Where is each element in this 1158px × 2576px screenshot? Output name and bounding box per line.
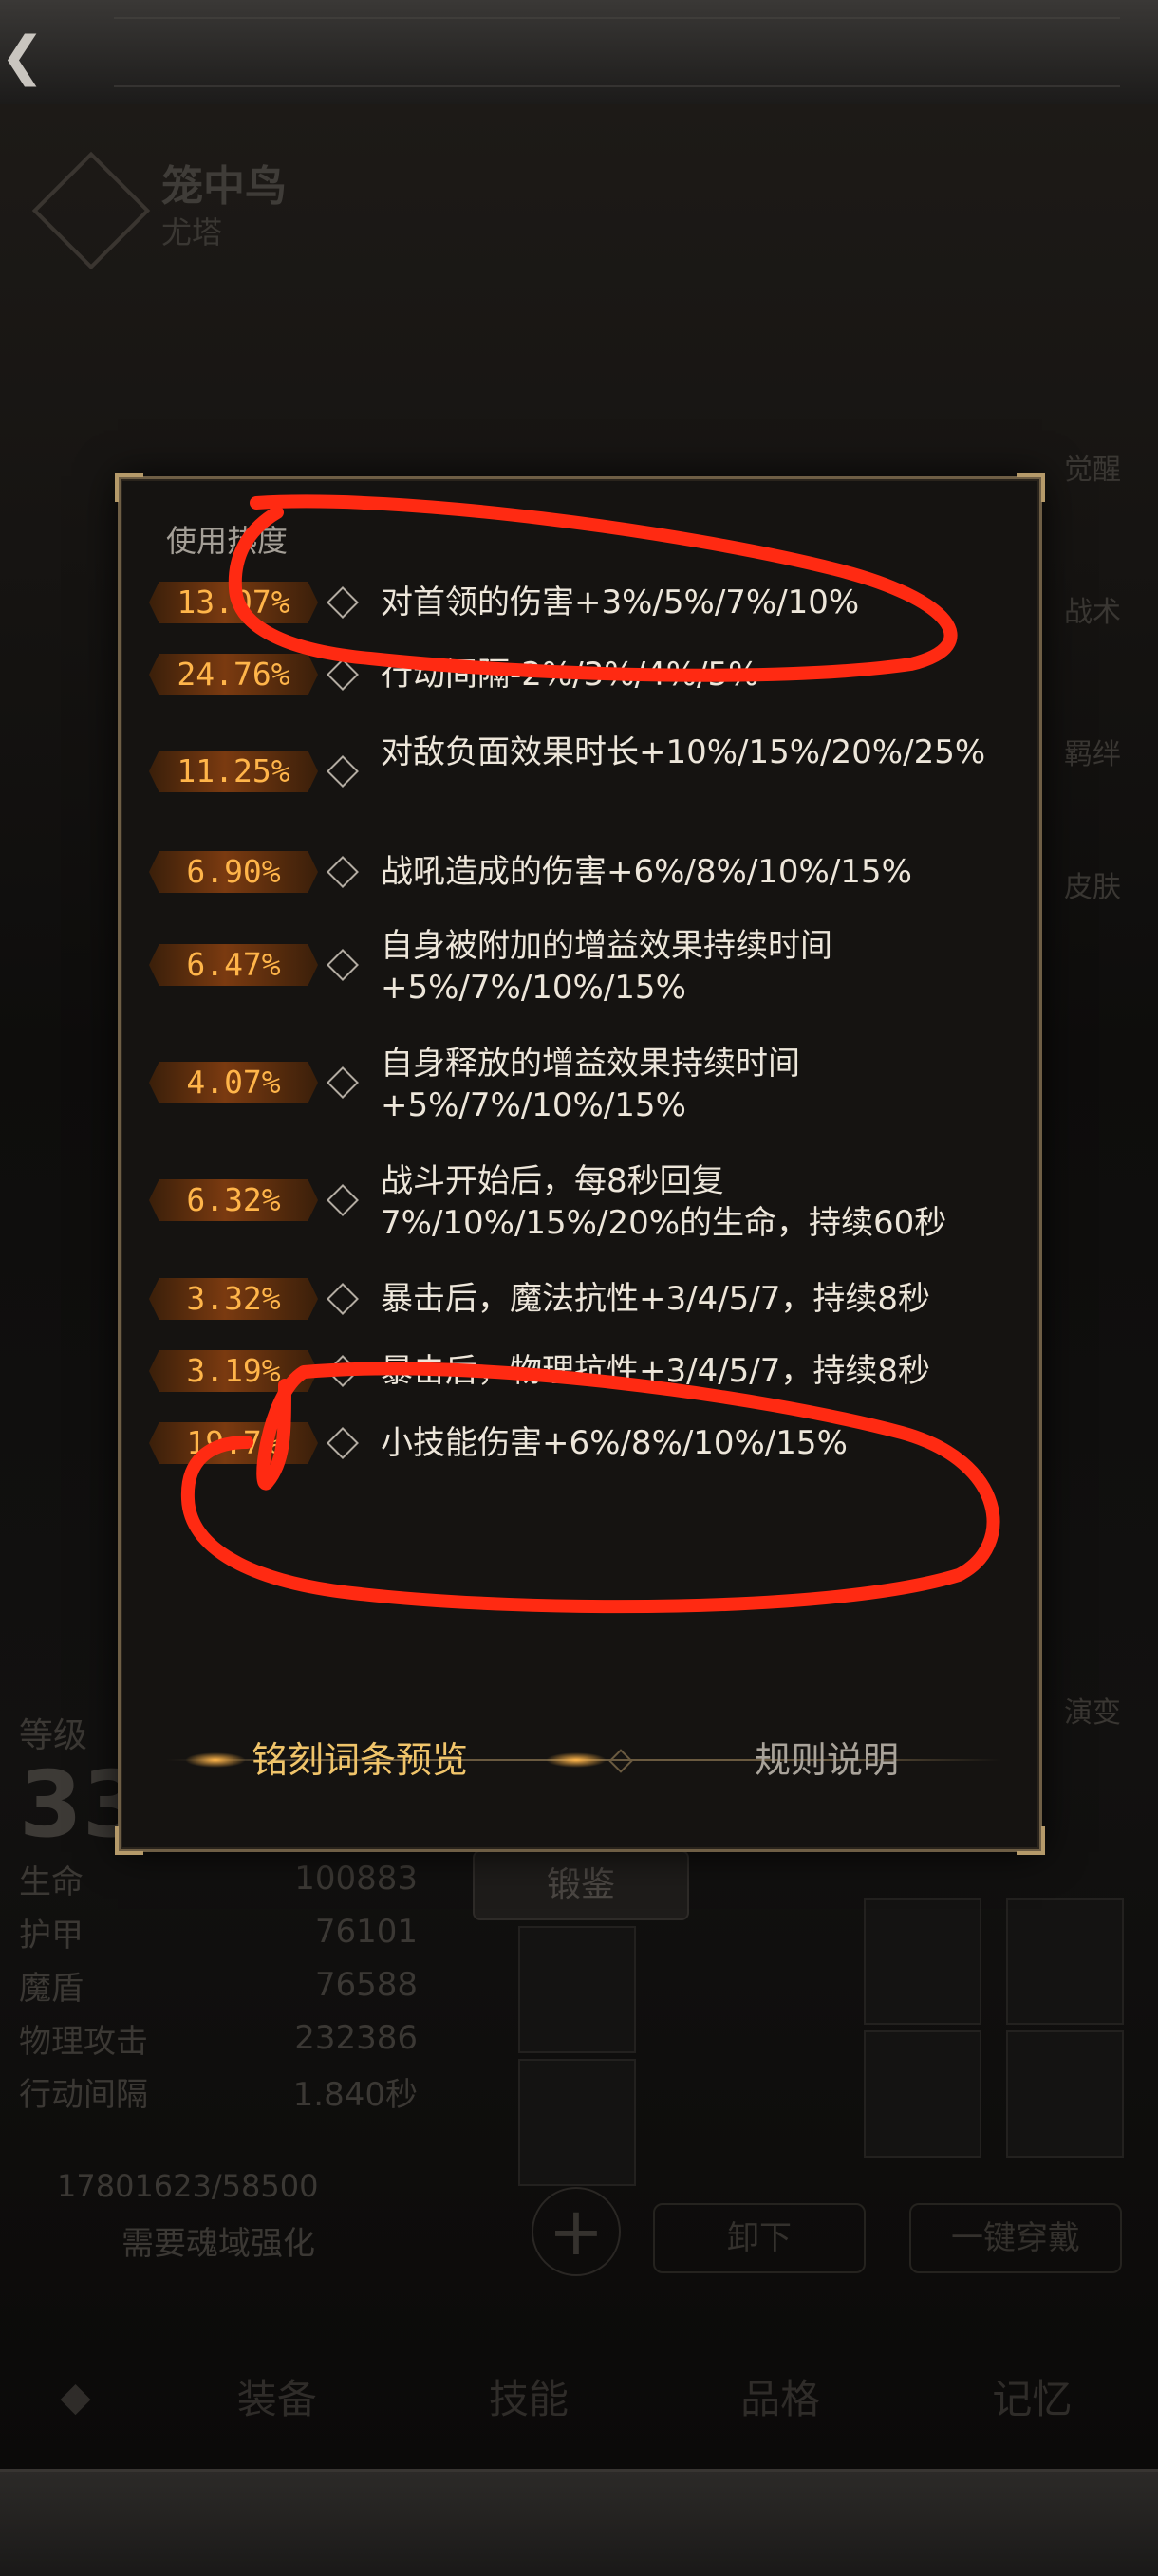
hero-subtitle: 尤塔 <box>161 214 223 250</box>
bottom-nav: ◆ 装备 技能 品格 记忆 <box>0 2344 1158 2448</box>
diamond-bullet-icon <box>327 1427 359 1459</box>
nav-tab-skills[interactable]: 技能 <box>402 2367 654 2425</box>
inscription-description: 暴击后，魔法抗性+3/4/5/7，持续8秒 <box>381 1280 931 1318</box>
back-arrow-icon[interactable]: ❮ <box>0 28 47 85</box>
inscription-description: 暴击后，物理抗性+3/4/5/7，持续8秒 <box>381 1352 931 1390</box>
nav-tab-memory[interactable]: 记忆 <box>906 2367 1158 2425</box>
stat-label: 生命 <box>19 1863 84 1901</box>
stat-value: 100883 <box>294 1860 418 1898</box>
side-tab-skin[interactable]: 皮肤 <box>1040 863 1145 905</box>
stat-label: 行动间隔 <box>19 2075 148 2114</box>
diamond-bullet-icon <box>327 658 359 691</box>
stat-row: 生命 100883 <box>19 1852 418 1905</box>
top-bar: ❮ <box>0 0 1158 108</box>
stat-value: 1.840秒 <box>292 2075 418 2114</box>
side-tab-awaken[interactable]: 觉醒 <box>1040 446 1145 488</box>
inscription-description: 战斗开始后，每8秒回复7%/10%/15%/20%的生命，持续60秒 <box>381 1162 947 1242</box>
usage-percent-badge: 24.76% <box>149 654 318 695</box>
hero-name: 笼中鸟 <box>161 162 287 211</box>
diamond-bullet-icon <box>327 949 359 981</box>
diamond-bullet-icon <box>327 1184 359 1216</box>
currency-readout: 17801623/58500 <box>57 2168 319 2204</box>
usage-percent-badge: 11.25% <box>149 751 318 792</box>
usage-percent-badge: 4.07% <box>149 1062 318 1103</box>
nav-tab-equipment[interactable]: 装备 <box>151 2367 402 2425</box>
inscription-description: 小技能伤害+6%/8%/10%/15% <box>381 1424 848 1462</box>
frame-corner <box>115 1826 143 1855</box>
usage-percent-badge: 3.19% <box>149 1350 318 1392</box>
side-tab-tactics[interactable]: 战术 <box>1040 588 1145 630</box>
add-icon[interactable]: + <box>532 2187 621 2276</box>
tab-glow-icon <box>546 1752 607 1768</box>
equipment-slot[interactable] <box>864 2030 981 2158</box>
usage-percent-badge: 6.90% <box>149 851 318 893</box>
diamond-bullet-icon <box>327 1066 359 1099</box>
side-tab-bond[interactable]: 羁绊 <box>1040 731 1145 772</box>
equipment-slot[interactable] <box>518 1926 636 2053</box>
usage-percent-badge: 13.07% <box>149 582 318 623</box>
inscription-description: 自身被附加的增益效果持续时间+5%/7%/10%/15% <box>381 927 832 1007</box>
stat-label: 魔盾 <box>19 1969 84 2008</box>
stat-row: 护甲 76101 <box>19 1905 418 1958</box>
stat-value: 232386 <box>294 2019 418 2057</box>
equipment-slot[interactable] <box>1006 2030 1124 2158</box>
popup-title: 使用热度 <box>166 523 289 559</box>
nav-back-icon[interactable]: ◆ <box>0 2373 151 2419</box>
equipment-slot[interactable] <box>864 1898 981 2025</box>
frame-corner <box>1017 1826 1045 1855</box>
nav-tab-character[interactable]: 品格 <box>655 2367 906 2425</box>
usage-percent-badge: 19.7% <box>149 1422 318 1464</box>
wear-all-button[interactable]: 一键穿戴 <box>909 2203 1122 2273</box>
equipment-slot[interactable] <box>518 2059 636 2186</box>
diamond-bullet-icon <box>327 856 359 888</box>
usage-percent-badge: 3.32% <box>149 1278 318 1320</box>
unload-button[interactable]: 卸下 <box>653 2203 866 2273</box>
inscription-description: 对首领的伤害+3%/5%/7%/10% <box>381 584 860 621</box>
equipment-slot[interactable] <box>1006 1898 1124 2025</box>
soul-domain-button[interactable]: 需要魂域强化 <box>57 2215 380 2272</box>
top-bar-ornament <box>114 17 1120 87</box>
forge-button[interactable]: 锻鉴 <box>473 1850 689 1920</box>
diamond-bullet-icon <box>327 586 359 619</box>
popup-tabs: 铭刻词条预览 规则说明 <box>166 1732 1001 1788</box>
stat-value: 76588 <box>314 1966 418 2004</box>
diamond-bullet-icon <box>327 1283 359 1315</box>
tab-separator-icon <box>608 1749 633 1773</box>
tab-glow-icon <box>185 1752 246 1768</box>
side-tab-evolve[interactable]: 演变 <box>1040 1689 1145 1731</box>
stat-value: 76101 <box>314 1913 418 1951</box>
tab-rules[interactable]: 规则说明 <box>755 1732 899 1788</box>
stat-row: 物理攻击 232386 <box>19 2011 418 2065</box>
stat-row: 魔盾 76588 <box>19 1958 418 2011</box>
inscription-description: 自身释放的增益效果持续时间+5%/7%/10%/15% <box>381 1045 800 1124</box>
usage-percent-badge: 6.32% <box>149 1179 318 1221</box>
diamond-bullet-icon <box>327 755 359 788</box>
bottom-frame <box>0 2469 1158 2576</box>
inscription-description: 战吼造成的伤害+6%/8%/10%/15% <box>381 853 912 891</box>
inscription-description: 对敌负面效果时长+10%/15%/20%/25% <box>381 733 986 771</box>
diamond-bullet-icon <box>327 1355 359 1387</box>
tab-inscription-preview[interactable]: 铭刻词条预览 <box>252 1732 468 1788</box>
stat-label: 护甲 <box>19 1916 84 1955</box>
stat-row: 行动间隔 1.840秒 <box>19 2065 418 2118</box>
inscription-description: 行动间隔-2%/3%/4%/5% <box>381 656 759 694</box>
inscription-popup: 使用热度 13.07% 对首领的伤害+3%/5%/7%/10% 24.76% 行… <box>115 473 1045 1855</box>
stat-label: 物理攻击 <box>19 2022 148 2061</box>
frame-corner <box>1017 473 1045 502</box>
frame-corner <box>115 473 143 502</box>
usage-percent-badge: 6.47% <box>149 944 318 986</box>
